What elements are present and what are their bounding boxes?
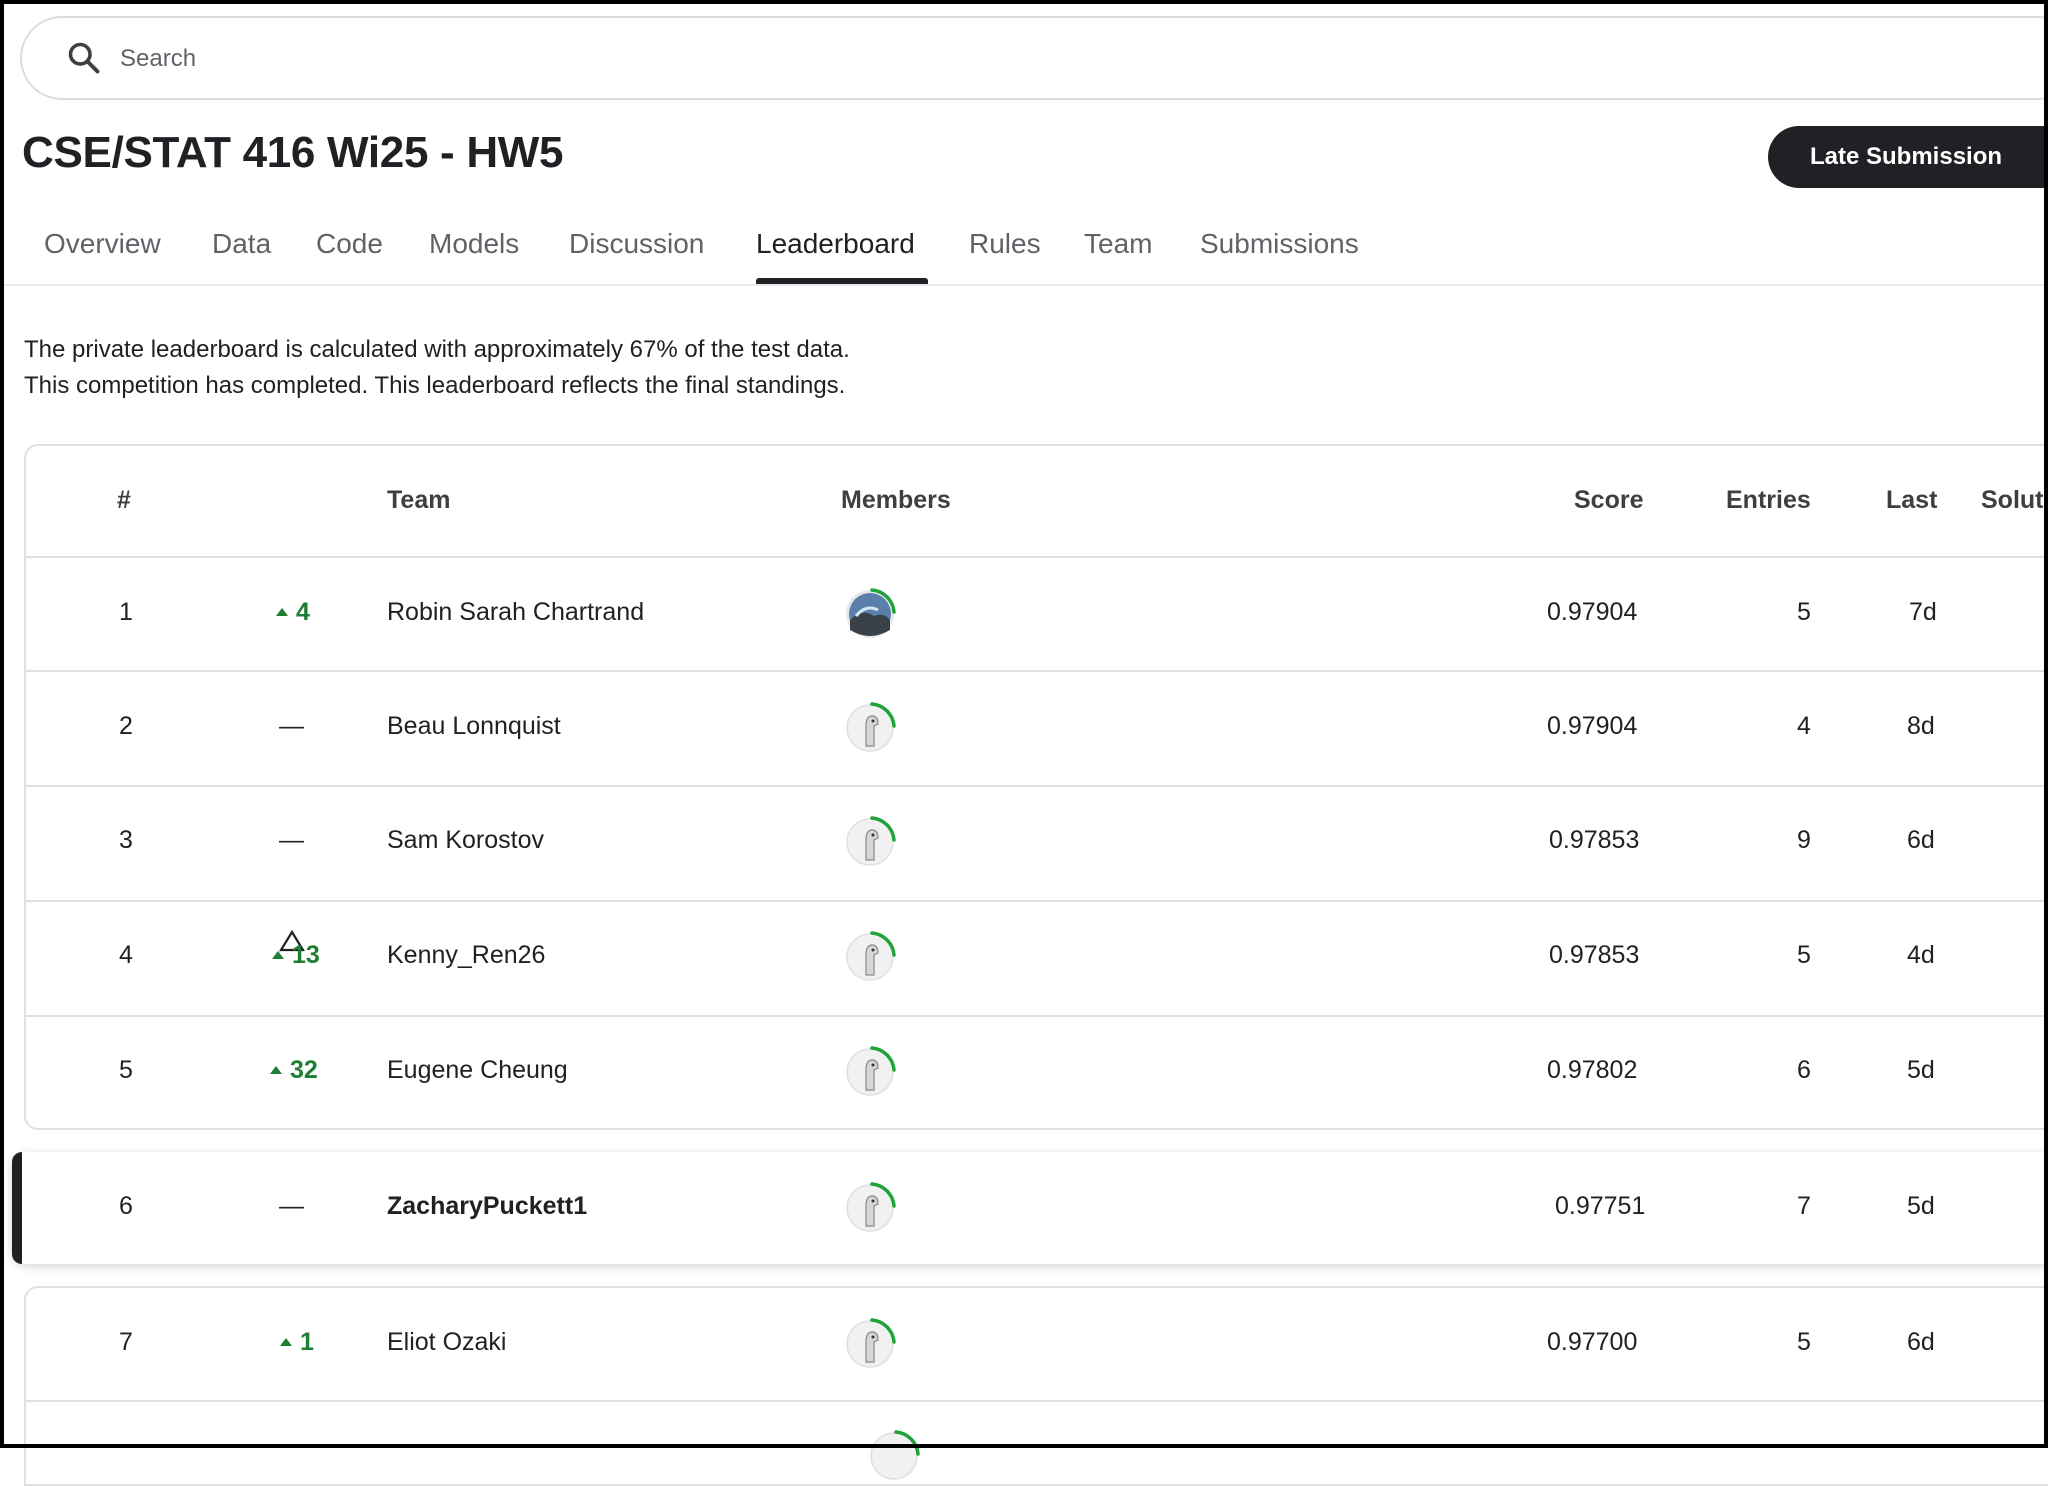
entries-cell: 6 <box>1797 1056 1811 1084</box>
goose-avatar[interactable] <box>866 1428 922 1484</box>
leaderboard-info: The private leaderboard is calculated wi… <box>24 332 850 404</box>
last-cell: 7d <box>1909 598 1937 626</box>
last-cell: 8d <box>1907 712 1935 740</box>
search-icon <box>68 42 100 74</box>
goose-avatar[interactable] <box>842 700 898 756</box>
tabs-divider <box>0 284 2048 286</box>
current-user-marker <box>12 1152 22 1264</box>
tab-models[interactable]: Models <box>429 228 519 260</box>
caret-up-icon <box>270 1066 282 1074</box>
score-cell: 0.97853 <box>1549 826 1640 854</box>
entries-cell: 5 <box>1797 1328 1811 1356</box>
table-header: # Team Members Score Entries Last Solut <box>0 444 2048 952</box>
header-solution: Solut <box>1981 486 2044 514</box>
delta-cell: 4 <box>276 598 310 627</box>
score-cell: 0.97904 <box>1547 598 1638 626</box>
last-cell: 6d <box>1907 826 1935 854</box>
tab-team[interactable]: Team <box>1084 228 1152 260</box>
delta-cell: 13 <box>272 941 320 970</box>
rank-cell: 2 <box>119 712 133 740</box>
table-row[interactable]: 3 — Sam Korostov 0.97853 9 6d <box>0 786 2048 898</box>
team-name[interactable]: Robin Sarah Chartrand <box>387 598 644 627</box>
goose-avatar[interactable] <box>842 814 898 870</box>
info-line-private: The private leaderboard is calculated wi… <box>24 336 850 363</box>
entries-cell: 4 <box>1797 712 1811 740</box>
entries-cell: 5 <box>1797 941 1811 969</box>
search-bar[interactable] <box>20 16 2048 100</box>
goose-avatar[interactable] <box>842 929 898 985</box>
team-name[interactable]: Beau Lonnquist <box>387 712 561 741</box>
team-name[interactable]: Sam Korostov <box>387 826 544 855</box>
header-entries[interactable]: Entries <box>1726 486 1811 515</box>
rank-cell: 3 <box>119 826 133 854</box>
delta-cell: 1 <box>280 1328 314 1357</box>
score-cell: 0.97802 <box>1547 1056 1638 1084</box>
table-row[interactable]: 7 1 Eliot Ozaki 0.97700 5 6d <box>0 1288 2048 1400</box>
rank-cell: 4 <box>119 941 133 969</box>
team-name[interactable]: ZacharyPuckett1 <box>387 1192 587 1221</box>
table-row[interactable]: 2 — Beau Lonnquist 0.97904 4 8d <box>0 672 2048 784</box>
page-title: CSE/STAT 416 Wi25 - HW5 <box>22 128 564 177</box>
tab-code[interactable]: Code <box>316 228 383 260</box>
header-last[interactable]: Last <box>1886 486 1937 515</box>
goose-avatar[interactable] <box>842 1180 898 1236</box>
info-line-completed: This competition has completed. This lea… <box>24 372 846 399</box>
tab-discussion[interactable]: Discussion <box>569 228 704 260</box>
delta-cell: — <box>279 712 304 740</box>
tab-data[interactable]: Data <box>212 228 271 260</box>
search-input[interactable] <box>118 18 1722 100</box>
score-cell: 0.97700 <box>1547 1328 1638 1356</box>
caret-up-icon <box>280 1338 292 1346</box>
team-name[interactable]: Eugene Cheung <box>387 1056 568 1085</box>
late-submission-button[interactable]: Late Submission <box>1768 126 2048 188</box>
header-members: Members <box>841 486 951 514</box>
goose-avatar[interactable] <box>842 1044 898 1100</box>
score-cell: 0.97853 <box>1549 941 1640 969</box>
goose-avatar[interactable] <box>842 1316 898 1372</box>
entries-cell: 5 <box>1797 598 1811 626</box>
header-score[interactable]: Score <box>1574 486 1643 515</box>
rank-cell: 6 <box>119 1192 133 1220</box>
rank-cell: 5 <box>119 1056 133 1084</box>
score-cell: 0.97904 <box>1547 712 1638 740</box>
last-cell: 5d <box>1907 1056 1935 1084</box>
entries-cell: 9 <box>1797 826 1811 854</box>
team-name[interactable]: Eliot Ozaki <box>387 1328 506 1357</box>
score-cell: 0.97751 <box>1555 1192 1646 1220</box>
delta-cell: 32 <box>270 1056 318 1085</box>
rank-cell: 7 <box>119 1328 133 1356</box>
delta-cell: — <box>279 1192 304 1220</box>
last-cell: 6d <box>1907 1328 1935 1356</box>
rank-cell: 1 <box>119 598 133 626</box>
tab-overview[interactable]: Overview <box>44 228 161 260</box>
header-team[interactable]: Team <box>387 486 450 515</box>
tab-bar: Overview Data Code Models Discussion Lea… <box>0 218 2048 286</box>
tab-rules[interactable]: Rules <box>969 228 1041 260</box>
delta-cell: — <box>279 826 304 854</box>
header-rank: # <box>117 486 131 514</box>
last-cell: 5d <box>1907 1192 1935 1220</box>
row-divider <box>24 1400 2048 1402</box>
table-row[interactable]: 5 32 Eugene Cheung 0.97802 6 5d <box>0 1016 2048 1128</box>
caret-up-icon <box>276 608 288 616</box>
current-user-row[interactable]: 6 — ZacharyPuckett1 0.97751 7 5d <box>12 1152 2048 1264</box>
last-cell: 4d <box>1907 941 1935 969</box>
user-photo-avatar[interactable] <box>842 586 898 642</box>
tab-leaderboard[interactable]: Leaderboard <box>756 228 915 260</box>
tab-submissions[interactable]: Submissions <box>1200 228 1359 260</box>
table-row[interactable]: 4 13 Kenny_Ren26 0.97853 5 4d <box>0 901 2048 1013</box>
caret-up-icon <box>272 951 284 959</box>
team-name[interactable]: Kenny_Ren26 <box>387 941 545 970</box>
entries-cell: 7 <box>1797 1192 1811 1220</box>
table-row[interactable]: 1 4 Robin Sarah Chartrand 0.97904 5 7d <box>0 558 2048 670</box>
